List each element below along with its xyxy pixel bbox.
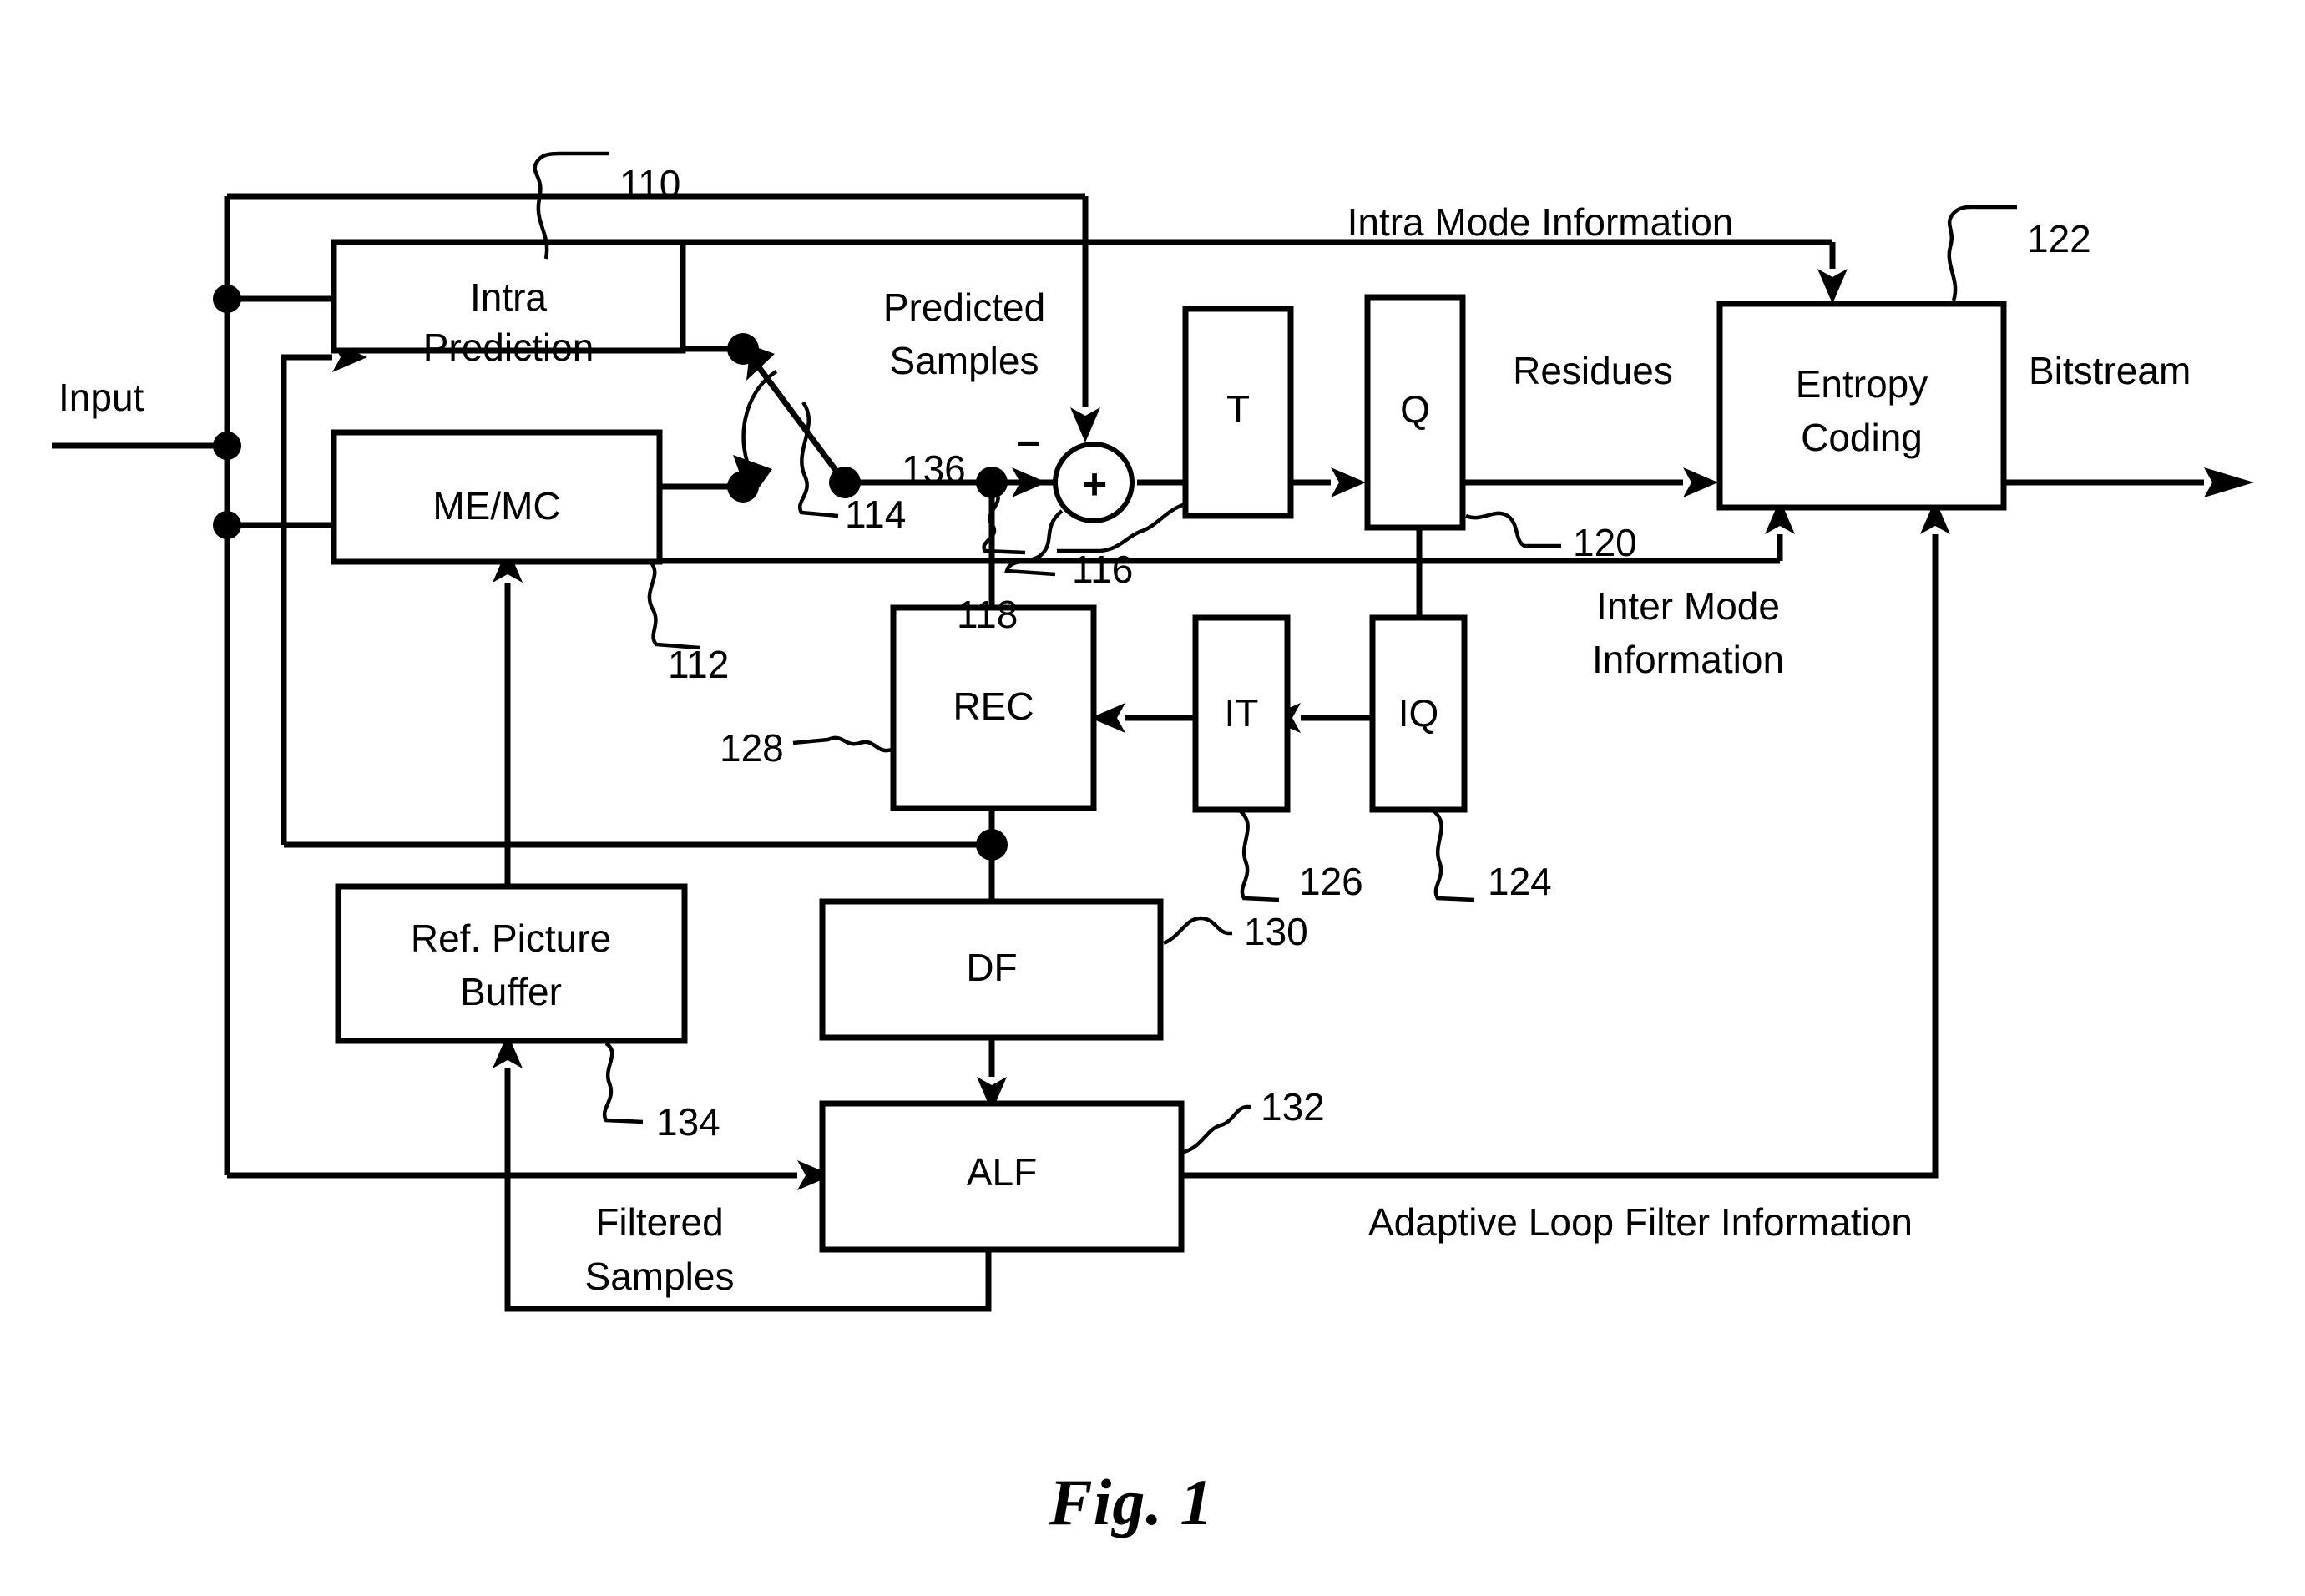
label-bitstream: Bitstream: [2029, 349, 2191, 392]
label-filtered-samples-2: Samples: [585, 1255, 735, 1298]
block-ref-picture-buffer[interactable]: [335, 883, 688, 1044]
block-label-quantization: Q: [1400, 387, 1430, 431]
adder-plus-sign: +: [1082, 461, 1107, 509]
ref-number-132: 132: [1261, 1085, 1325, 1129]
ref-number-118: 118: [957, 593, 1018, 636]
wire-entropy-to-bitstream: [2000, 417, 2204, 486]
ref-number-128: 128: [720, 726, 784, 770]
ref-number-124: 124: [1488, 860, 1552, 903]
encoder-block-diagram: + – Intra Prediction ME/MC T Q Entropy C…: [52, 151, 2254, 1538]
arrowhead-residues-to-entropy: [1683, 467, 1718, 497]
leader-122: [1947, 205, 2017, 301]
switch-contact-inter[interactable]: [727, 471, 759, 503]
label-predicted-samples-2: Samples: [890, 339, 1039, 382]
block-label-deblocking-filter: DF: [966, 946, 1017, 989]
leader-124: [1433, 810, 1475, 902]
junction-dot-input-memc: [213, 511, 241, 539]
arrowhead-transform-to-quant: [1331, 467, 1366, 497]
block-label-entropy-1: Entropy: [1796, 362, 1928, 406]
leader-114: [798, 401, 839, 518]
label-adaptive-loop-filter-information: Adaptive Loop Filter Information: [1368, 1200, 1913, 1244]
label-residues: Residues: [1513, 349, 1673, 392]
label-intra-mode-information: Intra Mode Information: [1347, 200, 1734, 244]
leader-128: [792, 735, 892, 753]
leader-116: [1004, 509, 1064, 577]
leader-120: [1465, 511, 1561, 548]
label-filtered-samples-1: Filtered: [595, 1200, 723, 1244]
ref-number-116: 116: [1072, 548, 1133, 591]
ref-number-120: 120: [1573, 521, 1637, 564]
junction-dot-input-intra: [213, 285, 241, 313]
label-inter-mode-information-1: Inter Mode: [1596, 584, 1780, 628]
label-input: Input: [58, 376, 144, 419]
ref-number-114: 114: [845, 492, 906, 536]
junction-dot-rec-output: [976, 829, 1008, 861]
ref-number-130: 130: [1244, 910, 1308, 953]
ref-number-136: 136: [902, 447, 966, 491]
leader-130: [1163, 916, 1232, 946]
wire-switch-blade: [749, 355, 847, 485]
block-label-intra-prediction-1: Intra: [470, 275, 547, 319]
arrowhead-intra-mode-to-entropy: [1817, 269, 1848, 304]
block-label-inverse-quantization: IQ: [1398, 691, 1439, 735]
figure-page: + – Intra Prediction ME/MC T Q Entropy C…: [0, 0, 2305, 1596]
wire-rec-feedback-to-intra: [281, 354, 332, 845]
wire-quant-to-iq: [1416, 528, 1423, 588]
ref-number-134: 134: [656, 1100, 720, 1144]
arrowhead-input-to-adder: [1070, 407, 1100, 442]
block-label-reconstruction: REC: [953, 684, 1034, 728]
block-label-adaptive-loop-filter: ALF: [967, 1150, 1037, 1194]
ref-number-112: 112: [668, 643, 729, 686]
block-label-entropy-2: Coding: [1801, 416, 1923, 459]
figure-caption: Fig. 1: [1049, 1466, 1214, 1538]
block-label-ref-buffer-1: Ref. Picture: [411, 917, 611, 960]
label-inter-mode-information-2: Information: [1592, 638, 1784, 681]
leader-132: [1183, 1104, 1251, 1154]
wire-alf-info-to-entropy: [1180, 534, 1939, 1179]
switch-contact-intra[interactable]: [727, 333, 759, 365]
block-label-ref-buffer-2: Buffer: [460, 970, 562, 1013]
leader-134: [602, 1042, 644, 1124]
label-predicted-samples-1: Predicted: [883, 285, 1045, 329]
leader-112: [647, 559, 700, 650]
block-label-intra-prediction-2: Prediction: [423, 326, 594, 369]
adder-minus-sign: –: [1017, 417, 1041, 466]
ref-number-126: 126: [1299, 860, 1363, 903]
ref-number-110: 110: [619, 162, 680, 205]
arrowhead-bitstream: [2204, 467, 2254, 497]
ref-number-122: 122: [2027, 217, 2091, 260]
block-label-transform: T: [1226, 387, 1250, 431]
leader-126: [1239, 810, 1280, 902]
junction-dot-input-main: [213, 432, 241, 460]
block-label-me-mc: ME/MC: [432, 484, 560, 528]
block-label-inverse-transform: IT: [1225, 691, 1259, 735]
junction-dot-predicted-samples: [976, 467, 1008, 498]
